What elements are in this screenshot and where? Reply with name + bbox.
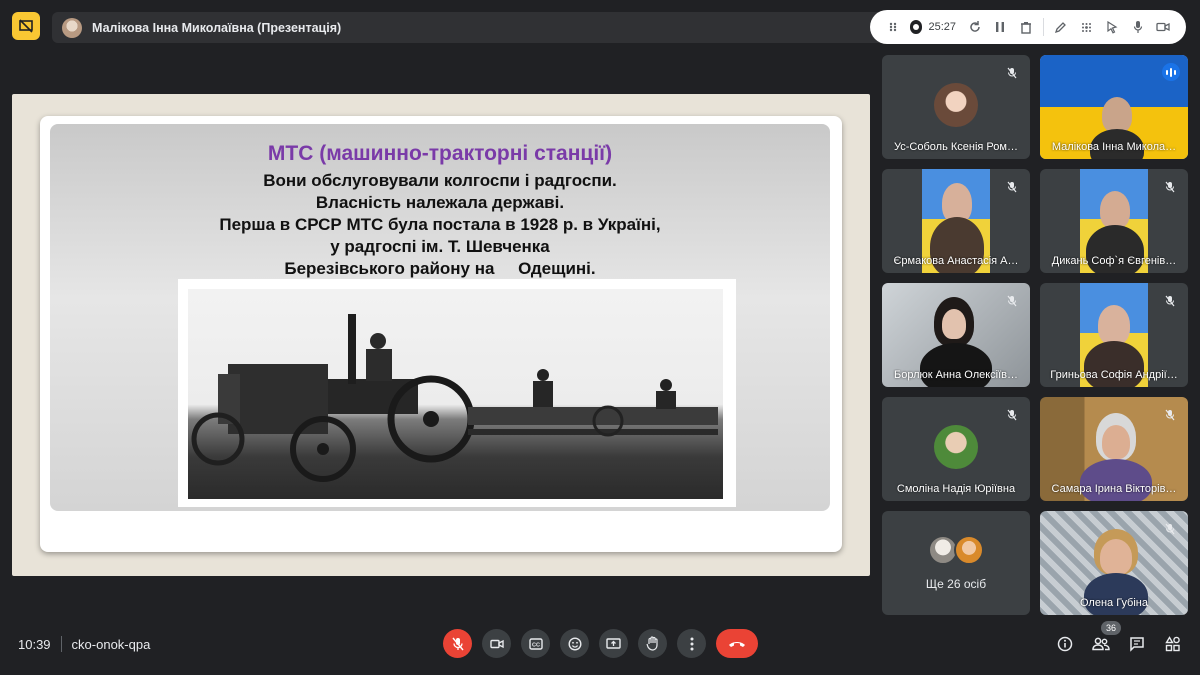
participant-tile[interactable]: Самара Ірина Вікторів… (1040, 397, 1188, 501)
recording-mic-icon[interactable] (1125, 13, 1151, 41)
mic-off-icon (1162, 293, 1178, 309)
participant-name: Малікова Інна Микола… (1051, 141, 1177, 153)
present-screen-icon (606, 637, 621, 649)
more-vert-icon (690, 637, 693, 650)
recording-indicator-icon (909, 20, 923, 34)
divider (1042, 18, 1044, 36)
mic-off-icon (1162, 407, 1178, 423)
participant-tile[interactable]: Малікова Інна Микола… (1040, 55, 1188, 159)
participant-name: Олена Губіна (1080, 597, 1148, 609)
activities-button[interactable] (1161, 632, 1185, 656)
participant-avatar (934, 83, 978, 127)
more-participants-label: Ще 26 осіб (925, 577, 987, 591)
chat-button[interactable] (1125, 632, 1149, 656)
meeting-details-button[interactable] (1053, 632, 1077, 656)
captions-icon: CC (528, 637, 543, 650)
tractor-photo-frame (178, 279, 736, 507)
participant-person (1100, 191, 1130, 229)
call-controls: CC (443, 629, 758, 659)
participant-tile[interactable]: Борлюк Анна Олексіїв… (882, 283, 1030, 387)
pen-icon[interactable] (1048, 13, 1074, 41)
presenter-label: Малікова Інна Миколаївна (Презентація) (92, 20, 342, 35)
participant-name: Борлюк Анна Олексіїв… (893, 369, 1019, 381)
presenter-avatar (62, 17, 82, 38)
captions-button[interactable]: CC (521, 629, 550, 658)
drag-handle-icon[interactable] (880, 13, 906, 41)
people-icon (1092, 637, 1110, 651)
participant-tile[interactable]: Олена Губіна (1040, 511, 1188, 615)
slide-card: МТС (машинно-тракторні станції) Вони обс… (40, 116, 842, 552)
recording-time: 25:27 (928, 21, 956, 33)
camera-toggle-button[interactable] (482, 629, 511, 658)
slide-line: Перша в СРСР МТС була постала в 1928 р. … (219, 215, 661, 234)
participant-person (942, 309, 966, 339)
tractor-photo (188, 289, 723, 499)
participant-avatar (934, 425, 978, 469)
mic-toggle-button[interactable] (443, 629, 472, 658)
participant-name: Дикань Соф`я Євгенів… (1051, 255, 1177, 267)
more-participants-tile[interactable]: Ще 26 осіб (882, 511, 1030, 615)
mic-off-icon (1004, 293, 1020, 309)
mic-off-icon (1004, 179, 1020, 195)
slide-line: Власність належала державі. (315, 193, 565, 212)
cursor-icon[interactable] (1099, 13, 1125, 41)
participant-name: Ус-Соболь Ксенія Ром… (894, 141, 1018, 153)
participant-name: Єрмакова Анастасія А… (893, 255, 1019, 267)
reactions-button[interactable] (560, 629, 589, 658)
participant-person (1100, 539, 1132, 575)
pause-icon[interactable] (988, 13, 1014, 41)
more-participants-avatars (928, 535, 988, 567)
participant-tile[interactable]: Смоліна Надія Юріївна (882, 397, 1030, 501)
people-button[interactable] (1089, 632, 1113, 656)
slide-body: Вони обслуговували колгоспи і радгоспи. … (50, 170, 830, 280)
mic-off-icon (1004, 407, 1020, 423)
divider (60, 636, 62, 652)
info-icon (1057, 636, 1073, 652)
present-off-icon (19, 19, 33, 33)
participant-name: Гриньова Софія Андрії… (1050, 369, 1178, 381)
chat-icon (1130, 637, 1144, 652)
svg-text:CC: CC (532, 642, 540, 648)
camera-icon (489, 639, 504, 648)
meeting-code: cko-onok-qpa (71, 636, 151, 652)
more-options-button[interactable] (677, 629, 706, 658)
participant-person (1102, 97, 1132, 133)
presenter-bar: Малікова Інна Миколаївна (Презентація) (52, 12, 902, 43)
participant-name: Смоліна Надія Юріївна (896, 483, 1016, 495)
present-button[interactable] (599, 629, 628, 658)
raise-hand-button[interactable] (638, 629, 667, 658)
speaking-indicator-icon (1162, 63, 1180, 81)
participant-tile[interactable]: Дикань Соф`я Євгенів… (1040, 169, 1188, 273)
blur-icon[interactable] (1073, 13, 1099, 41)
restart-icon[interactable] (962, 13, 988, 41)
clock-time: 10:39 (18, 636, 51, 652)
activities-icon (1165, 636, 1180, 652)
participant-tile[interactable]: Гриньова Софія Андрії… (1040, 283, 1188, 387)
slide-line: Вони обслуговували колгоспи і радгоспи. (263, 171, 617, 190)
recording-toolbar: 25:27 (870, 10, 1186, 44)
participant-avatar (954, 535, 984, 565)
mic-off-icon (1004, 65, 1020, 81)
end-call-button[interactable] (716, 629, 758, 658)
mic-off-icon (451, 637, 464, 650)
participant-person (1102, 425, 1130, 459)
meeting-info: 10:39 cko-onok-qpa (18, 636, 150, 652)
end-call-icon (729, 641, 745, 647)
mic-off-icon (1162, 179, 1178, 195)
presentation-stage: МТС (машинно-тракторні станції) Вони обс… (12, 94, 870, 576)
slide-line: у радгоспі ім. Т. Шевченка (330, 237, 550, 256)
slide-line: Березівського району на Одещині. (284, 259, 596, 278)
participant-person (1098, 305, 1130, 345)
participant-name: Самара Ірина Вікторів… (1051, 483, 1177, 495)
participant-tile[interactable]: Єрмакова Анастасія А… (882, 169, 1030, 273)
slide-content: МТС (машинно-тракторні станції) Вони обс… (50, 124, 830, 511)
emoji-icon (567, 636, 582, 651)
mic-off-icon (1162, 521, 1178, 537)
participant-tile[interactable]: Ус-Соболь Ксенія Ром… (882, 55, 1030, 159)
recording-camera-icon[interactable] (1150, 13, 1176, 41)
stop-presenting-button[interactable] (12, 12, 40, 40)
delete-icon[interactable] (1013, 13, 1039, 41)
hand-icon (646, 636, 658, 651)
slide-title: МТС (машинно-тракторні станції) (267, 142, 613, 165)
